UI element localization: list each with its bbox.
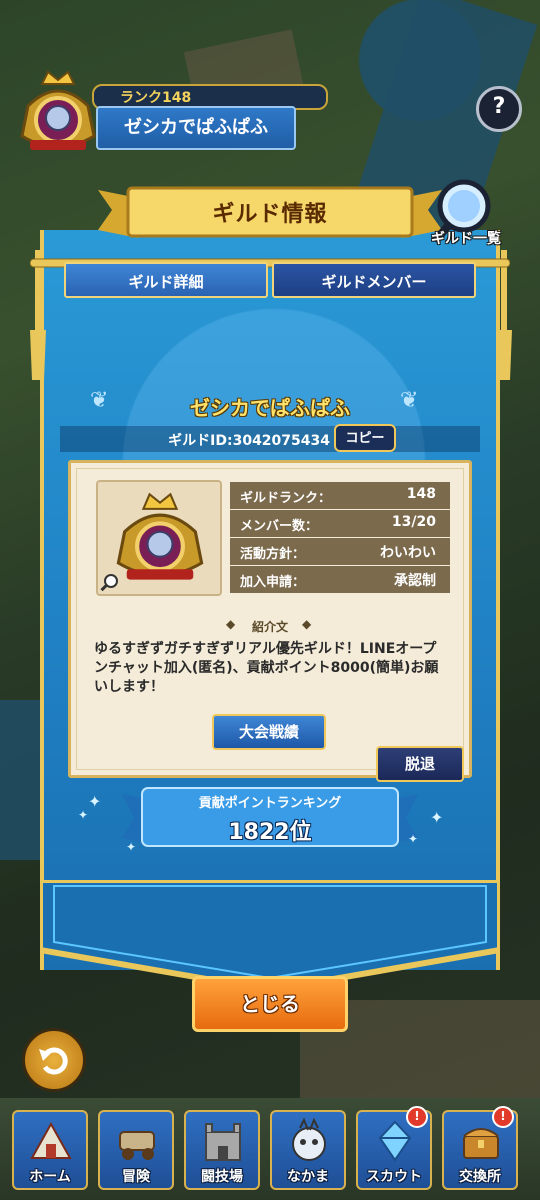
stat-key: 加入申請：: [240, 575, 306, 590]
nav-home[interactable]: ホーム: [12, 1110, 88, 1190]
guild-emblem-icon[interactable]: [8, 66, 108, 162]
nav-scout[interactable]: スカウト !: [356, 1106, 432, 1190]
nav-label: スカウト: [366, 1169, 422, 1185]
sparkle-icon: ✦: [430, 808, 444, 827]
header-guild-name: ゼシカでぱふぱふ: [124, 117, 268, 138]
tab-guild-members[interactable]: ギルドメンバー: [272, 262, 476, 298]
stat-row-members: メンバー数： 13/20: [230, 510, 450, 537]
rank-label: ランク148: [120, 90, 192, 106]
tent-icon: [30, 1121, 72, 1159]
help-button[interactable]: ?: [476, 86, 522, 132]
leave-guild-button[interactable]: 脱退: [376, 746, 464, 782]
zoom-icon[interactable]: [98, 572, 120, 594]
monster-icon: [292, 1118, 326, 1161]
notification-badge: !: [492, 1106, 514, 1128]
notification-badge: !: [406, 1106, 428, 1128]
nav-label: 交換所: [459, 1169, 501, 1185]
sparkle-icon: ✦: [126, 840, 137, 854]
copy-button[interactable]: コピー: [334, 424, 396, 452]
stat-value: 148: [406, 486, 436, 502]
dialog-title: ギルド情報: [212, 202, 328, 227]
stat-value: わいわい: [380, 545, 436, 561]
back-button[interactable]: [22, 1028, 86, 1092]
stat-key: 活動方針：: [240, 547, 306, 562]
castle-icon: [205, 1123, 241, 1161]
wagon-icon: [119, 1131, 155, 1160]
guild-list-button[interactable]: ギルド一覧: [418, 228, 514, 248]
sparkle-icon: ✦: [88, 792, 102, 811]
sparkle-icon: ✦: [78, 808, 89, 822]
guild-name: ゼシカでぱふぱふ: [190, 396, 350, 420]
stat-row-rank: ギルドランク： 148: [230, 482, 450, 509]
return-arrow-icon: [39, 1047, 68, 1075]
stat-row-policy: 活動方針： わいわい: [230, 538, 450, 565]
guild-emblem-large-icon: [116, 492, 204, 580]
nav-arena[interactable]: 闘技場: [184, 1110, 260, 1190]
nav-party[interactable]: なかま: [270, 1110, 346, 1190]
close-button[interactable]: とじる: [192, 976, 348, 1032]
nav-label: 冒険: [122, 1169, 150, 1185]
stat-value: 承認制: [394, 573, 436, 589]
ranking-label: 貢献ポイントランキング: [198, 796, 342, 811]
sparkle-icon: ✦: [408, 832, 419, 846]
nav-exchange[interactable]: 交換所 !: [442, 1106, 518, 1190]
ranking-value: 1822位: [228, 820, 312, 845]
nav-label: ホーム: [29, 1169, 71, 1185]
stat-value: 13/20: [391, 514, 436, 530]
diamond-right-icon: ◆: [302, 617, 312, 631]
guild-name-plate: ゼシカでぱふぱふ: [96, 106, 296, 150]
stat-row-join: 加入申請： 承認制: [230, 566, 450, 593]
tournament-record-button[interactable]: 大会戦績: [212, 714, 326, 750]
guild-id: ギルドID:3042075434: [168, 433, 330, 449]
intro-text: ゆるすぎずガチすぎずリアル優先ギルド！LINEオープンチャット加入(匿名)、貢献…: [94, 641, 439, 695]
intro-heading: 紹介文: [251, 620, 288, 634]
nav-adventure[interactable]: 冒険: [98, 1110, 174, 1190]
tab-guild-details[interactable]: ギルド詳細: [64, 262, 268, 298]
stat-key: ギルドランク：: [240, 491, 332, 506]
stat-key: メンバー数：: [240, 519, 319, 534]
nav-label: 闘技場: [201, 1169, 243, 1185]
nav-label: なかま: [287, 1169, 329, 1185]
